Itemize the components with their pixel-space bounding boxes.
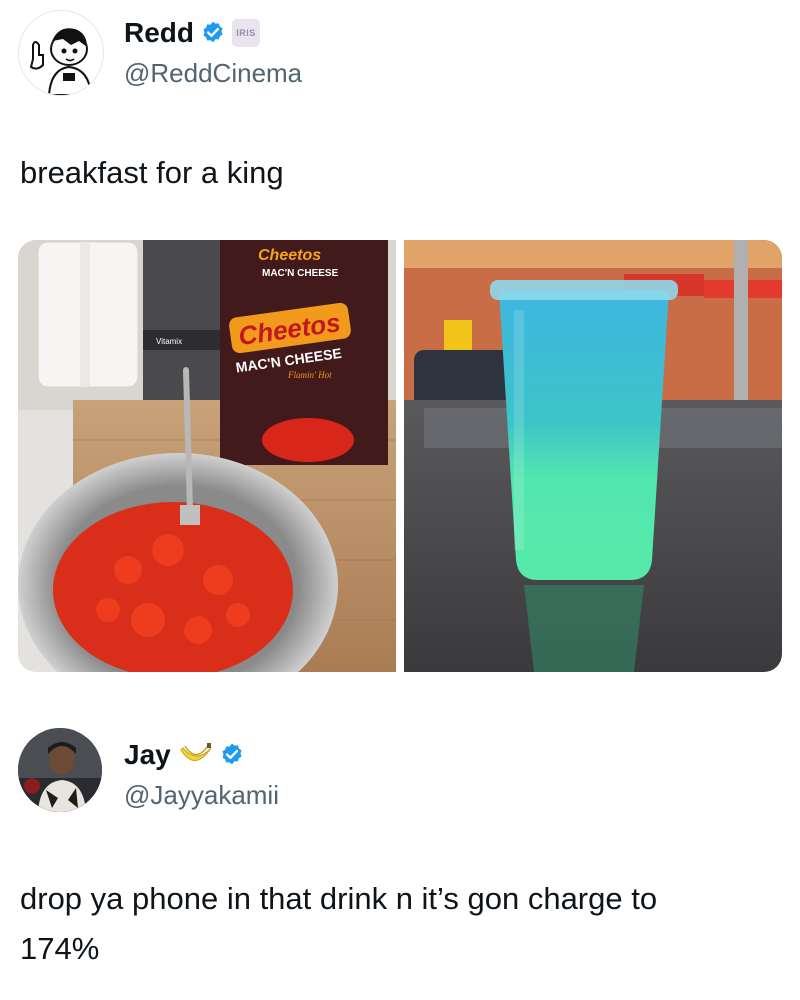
avatar-redd-image (19, 11, 103, 95)
tweet-text-redd: breakfast for a king (20, 155, 284, 190)
post-redd: Redd IRIS @ReddCinema breakfast for a ki… (0, 0, 800, 690)
tweet-text-jay-line2: 174% (20, 931, 100, 966)
tweet-text-jay-line1: drop ya phone in that drink n it’s gon c… (20, 881, 658, 916)
handle-redd[interactable]: @ReddCinema (124, 58, 302, 88)
bananas-emoji-icon (180, 743, 212, 761)
blender-brand-label: Vitamix (156, 337, 182, 346)
box-brand-top: Cheetos (258, 247, 321, 264)
display-name-jay[interactable]: Jay (124, 738, 171, 772)
media-image-left[interactable]: Vitamix Cheetos MAC'N CHEESE Cheetos MAC… (18, 240, 396, 672)
media-image-right[interactable] (404, 240, 782, 672)
verified-badge-icon (222, 743, 242, 765)
mac-and-cheese-photo: Vitamix Cheetos MAC'N CHEESE Cheetos MAC… (18, 240, 396, 672)
display-name-redd[interactable]: Redd (124, 16, 194, 50)
iris-badge-icon: IRIS (232, 19, 260, 47)
post-jay: Jay @Jayyakamii drop ya phone in that dr… (0, 690, 800, 1000)
handle-jay[interactable]: @Jayyakamii (124, 780, 279, 810)
avatar-jay[interactable] (18, 728, 102, 812)
avatar-jay-image (18, 728, 102, 812)
box-product-top: MAC'N CHEESE (262, 268, 339, 279)
verified-badge-icon (203, 21, 223, 43)
box-flavor: Flamin' Hot (287, 370, 332, 380)
blue-drink-photo (404, 240, 782, 672)
avatar-redd[interactable] (18, 10, 104, 96)
